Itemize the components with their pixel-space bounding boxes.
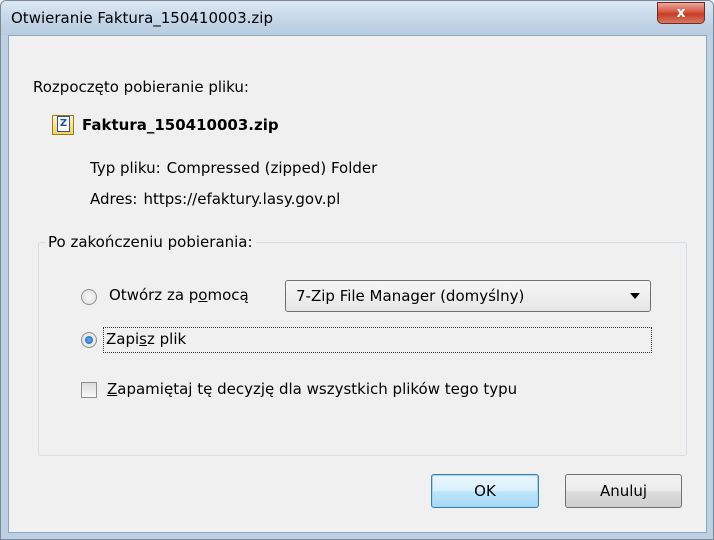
address-label: Adres: <box>90 190 138 208</box>
open-with-label[interactable]: Otwórz za pomocą <box>109 286 249 304</box>
file-type-row: Typ pliku: Compressed (zipped) Folder <box>90 159 377 177</box>
dropdown-arrow-icon <box>630 293 640 299</box>
application-select-value: 7-Zip File Manager (domyślny) <box>296 287 525 305</box>
remember-decision-label[interactable]: Zapamiętaj tę decyzję dla wszystkich pli… <box>107 380 517 398</box>
save-file-label[interactable]: Zapisz plik <box>106 330 186 348</box>
address-row: Adres: https://efaktury.lasy.gov.pl <box>90 190 340 208</box>
after-download-label: Po zakończeniu pobierania: <box>45 233 256 251</box>
download-heading: Rozpoczęto pobieranie pliku: <box>33 78 249 96</box>
file-type-value: Compressed (zipped) Folder <box>166 159 378 177</box>
remember-decision-checkbox[interactable] <box>81 382 97 398</box>
open-with-radio[interactable] <box>81 289 97 305</box>
save-file-radio[interactable] <box>81 332 97 348</box>
address-value: https://efaktury.lasy.gov.pl <box>143 190 341 208</box>
file-type-label: Typ pliku: <box>90 159 161 177</box>
zip-archive-icon: Z <box>52 115 74 135</box>
file-name: Faktura_150410003.zip <box>82 116 279 134</box>
ok-button[interactable]: OK <box>431 474 539 508</box>
application-select[interactable]: 7-Zip File Manager (domyślny) <box>285 280 651 312</box>
close-icon: x <box>676 5 686 21</box>
file-row: Z Faktura_150410003.zip <box>52 115 279 135</box>
cancel-button[interactable]: Anuluj <box>565 474 682 508</box>
window-title: Otwieranie Faktura_150410003.zip <box>11 9 273 27</box>
close-button[interactable]: x <box>657 2 705 24</box>
title-bar[interactable]: Otwieranie Faktura_150410003.zip x <box>1 1 713 35</box>
